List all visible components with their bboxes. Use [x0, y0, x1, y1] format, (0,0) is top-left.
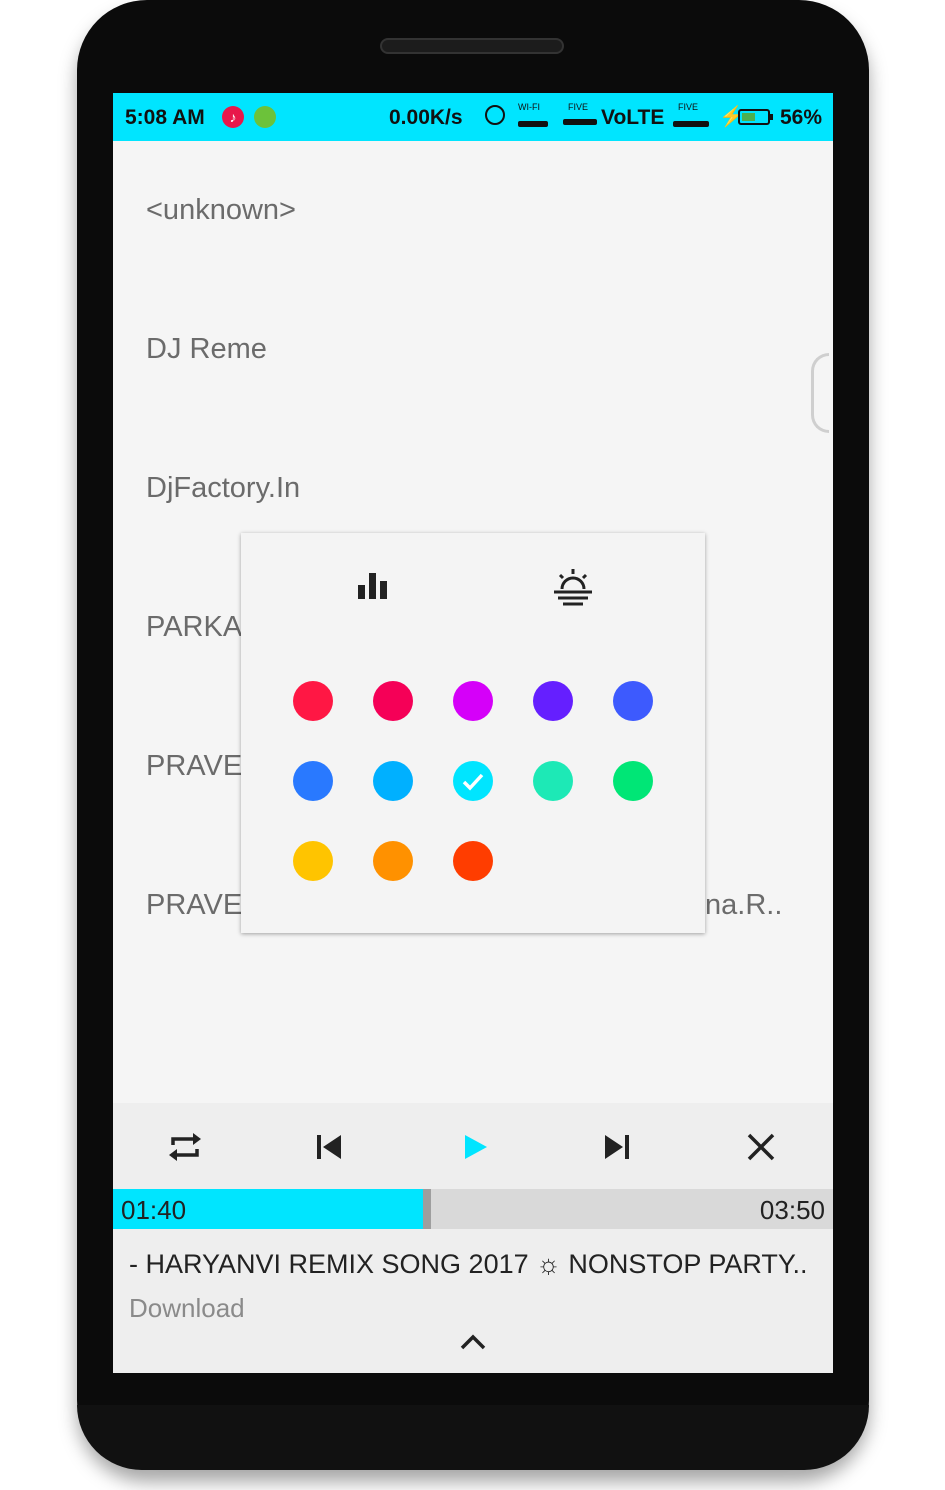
- artist-item[interactable]: PRAVE: [146, 750, 242, 783]
- color-swatch[interactable]: [453, 841, 493, 881]
- color-swatch[interactable]: [293, 761, 333, 801]
- chevron-up-icon[interactable]: [459, 1333, 487, 1351]
- color-swatch[interactable]: [613, 681, 653, 721]
- color-swatch-selected[interactable]: [453, 761, 493, 801]
- bar-chart-icon[interactable]: [356, 567, 392, 608]
- artist-item[interactable]: PRAVE: [146, 889, 242, 922]
- previous-icon[interactable]: [309, 1127, 349, 1167]
- color-swatch[interactable]: [293, 841, 333, 881]
- phone-chin: [77, 1405, 869, 1470]
- status-bar: 5:08 AM ♪ 0.00K/s WI-FI FIVE VoLTE FIVE …: [113, 93, 833, 141]
- battery-percent: 56%: [780, 106, 823, 129]
- sunrise-icon[interactable]: [552, 567, 594, 614]
- artist-item[interactable]: PARKA: [146, 611, 242, 644]
- artist-item[interactable]: DJ Reme: [146, 333, 267, 366]
- artist-item[interactable]: DjFactory.In: [146, 472, 300, 505]
- track-album: Download: [129, 1293, 245, 1323]
- volte-label: VoLTE: [601, 106, 665, 129]
- color-swatch[interactable]: [293, 681, 333, 721]
- screen: 5:08 AM ♪ 0.00K/s WI-FI FIVE VoLTE FIVE …: [113, 93, 833, 1373]
- color-swatch[interactable]: [613, 761, 653, 801]
- total-time: 03:50: [759, 1195, 825, 1225]
- music-notification-icon: ♪: [222, 106, 244, 128]
- sim1-signal-icon: [563, 119, 597, 125]
- wifi-signal-icon: [518, 121, 548, 127]
- speaker-grille: [380, 38, 564, 54]
- checkmark-icon: [462, 773, 484, 791]
- sim2-signal-icon: [673, 121, 709, 127]
- artist-item[interactable]: <unknown>: [146, 194, 296, 227]
- alarm-icon: [485, 105, 505, 125]
- color-swatch[interactable]: [533, 681, 573, 721]
- sim2-label: FIVE: [678, 102, 699, 112]
- track-title: - HARYANVI REMIX SONG 2017 ☼ NONSTOP PAR…: [129, 1249, 808, 1279]
- status-time: 5:08 AM: [125, 106, 205, 129]
- close-icon[interactable]: [741, 1127, 781, 1167]
- player-controls: [113, 1103, 833, 1189]
- current-time: 01:40: [121, 1195, 187, 1225]
- artist-item-trailing: na.R..: [705, 889, 783, 921]
- battery-tip: [770, 114, 773, 120]
- seek-bar[interactable]: 01:40 03:50: [113, 1189, 833, 1229]
- play-icon[interactable]: [455, 1127, 495, 1167]
- wifi-label: WI-FI: [518, 102, 540, 112]
- now-playing-panel[interactable]: - HARYANVI REMIX SONG 2017 ☼ NONSTOP PAR…: [113, 1229, 833, 1373]
- network-speed: 0.00K/s: [389, 106, 463, 129]
- next-icon[interactable]: [597, 1127, 637, 1167]
- seek-bar-thumb[interactable]: [423, 1189, 431, 1229]
- fast-scroll-handle[interactable]: [811, 353, 829, 433]
- color-swatch[interactable]: [373, 841, 413, 881]
- repeat-icon[interactable]: [165, 1127, 205, 1167]
- battery-icon: [738, 109, 770, 125]
- color-swatch[interactable]: [373, 681, 413, 721]
- color-swatch[interactable]: [533, 761, 573, 801]
- app-notification-icon: [254, 106, 276, 128]
- sim1-label: FIVE: [568, 102, 589, 112]
- color-swatch[interactable]: [373, 761, 413, 801]
- color-swatch[interactable]: [453, 681, 493, 721]
- color-picker-popup: [241, 533, 705, 933]
